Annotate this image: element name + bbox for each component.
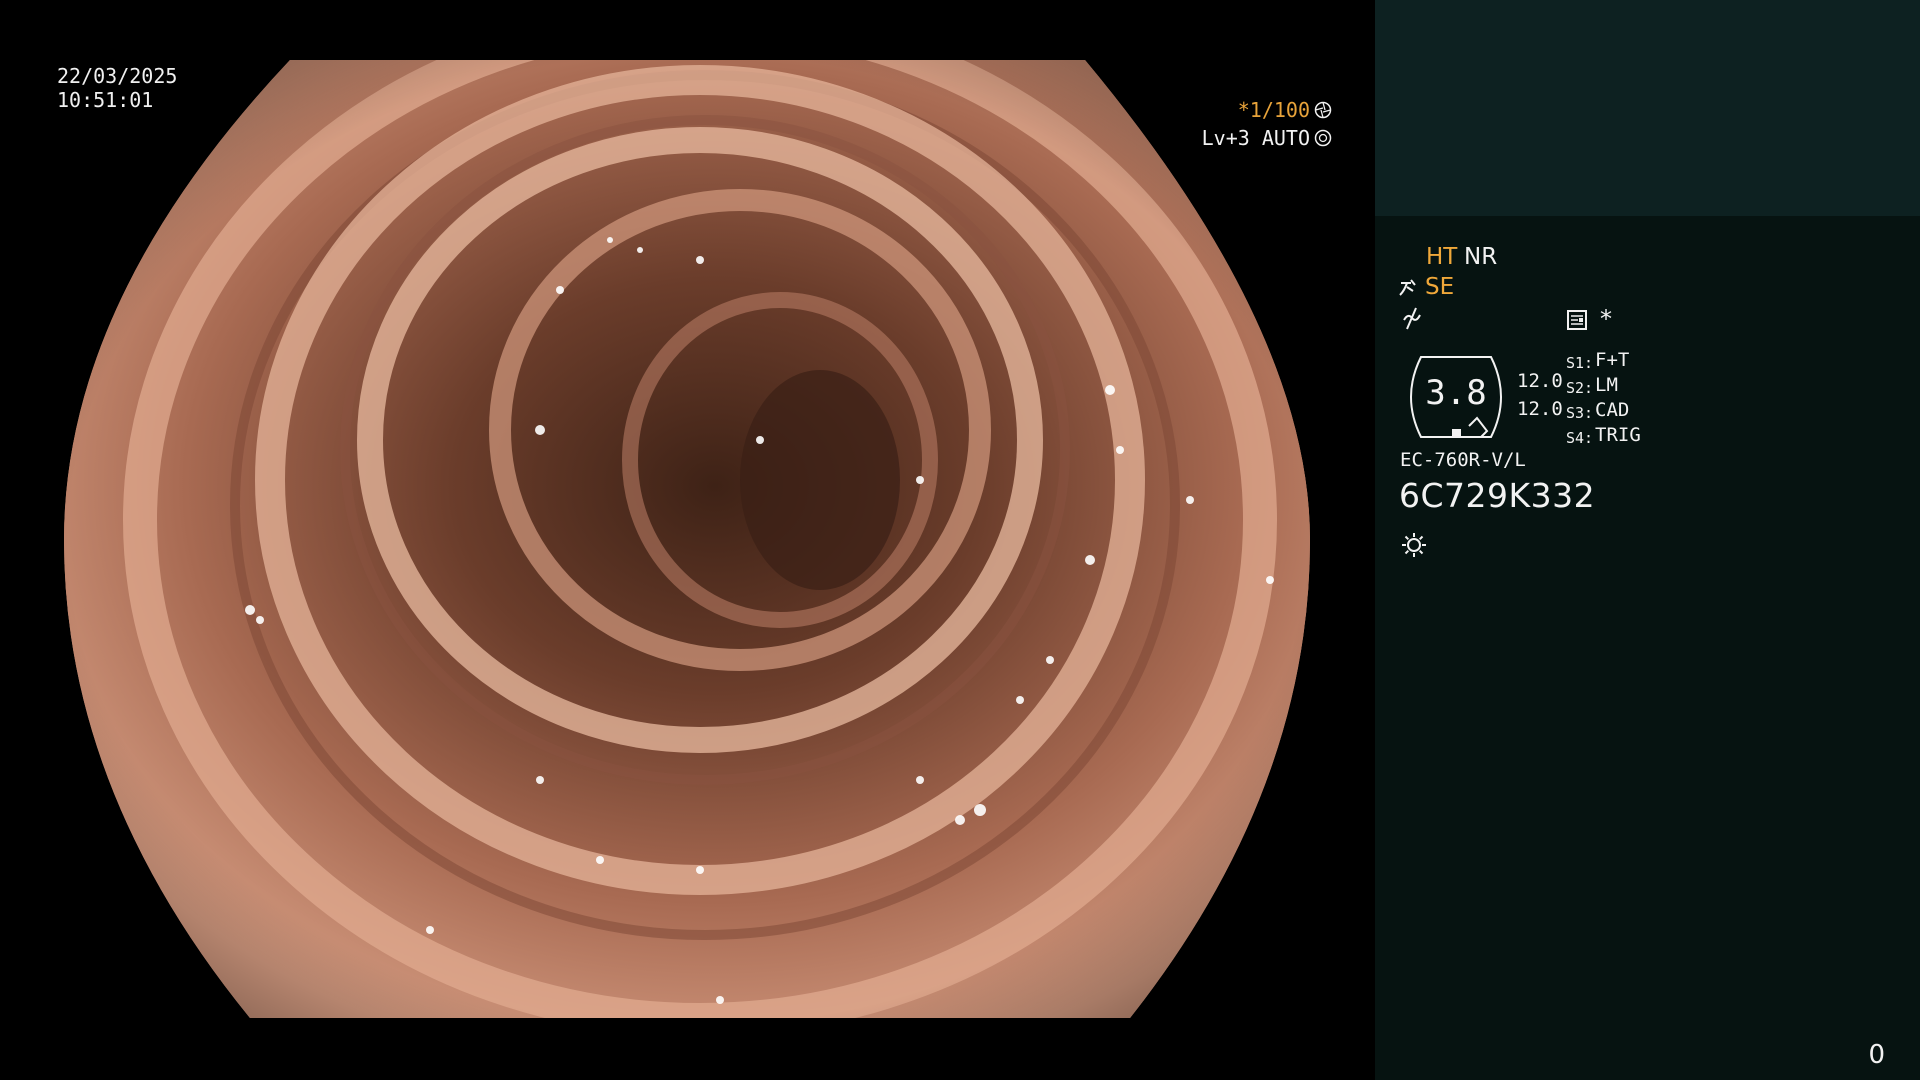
switch-4-value: TRIG	[1595, 424, 1641, 446]
endoscope-view: 22/03/2025 10:51:01 *1/100 Lv+3 AUTO	[0, 0, 1375, 1080]
switch-4-label: S4:	[1566, 429, 1594, 447]
structure-enhancement-indicator: SE	[1425, 274, 1455, 300]
setting-value-2: 12.0	[1517, 398, 1563, 420]
asterisk-indicator: *	[1600, 305, 1612, 333]
panel-header-block	[1375, 0, 1920, 216]
noise-reduction-indicator: NR	[1464, 244, 1498, 270]
switch-1-label: S1:	[1566, 354, 1594, 372]
time-readout: 10:51:01	[57, 88, 154, 112]
scope-serial-number: 6C729K332	[1399, 476, 1596, 515]
date-readout: 22/03/2025	[57, 64, 178, 88]
noise-reduction-icon	[1403, 307, 1421, 330]
colon-lumen-image	[64, 60, 1310, 1018]
brightness-level-indicator: Lv+3 AUTO	[1202, 126, 1332, 150]
switch-1-value: F+T	[1595, 349, 1630, 371]
document-icon	[1567, 310, 1587, 330]
shutter-indicator: *1/100	[1238, 98, 1332, 122]
sun-icon	[1402, 533, 1426, 557]
structure-enhancement-icon	[1399, 279, 1416, 296]
hdtv-indicator: HT	[1426, 244, 1458, 270]
switch-3-label: S3:	[1566, 404, 1594, 422]
switch-2-value: LM	[1595, 374, 1618, 396]
image-counter: 0	[1868, 1040, 1885, 1070]
brightness-level: Lv+3 AUTO	[1201, 126, 1310, 150]
iris-icon	[1314, 129, 1332, 147]
switch-2-label: S2:	[1566, 379, 1594, 397]
dial-value: 3.8	[1425, 373, 1487, 413]
status-panel: HT NR SE * 3.8 12.0 12.0 S1: F+T S2: LM …	[1375, 0, 1920, 1080]
aperture-icon	[1314, 101, 1332, 119]
scope-model: EC-760R-V/L	[1400, 449, 1526, 471]
switch-3-value: CAD	[1595, 399, 1630, 421]
setting-value-1: 12.0	[1517, 370, 1563, 392]
shutter-speed: *1/100	[1237, 98, 1310, 122]
